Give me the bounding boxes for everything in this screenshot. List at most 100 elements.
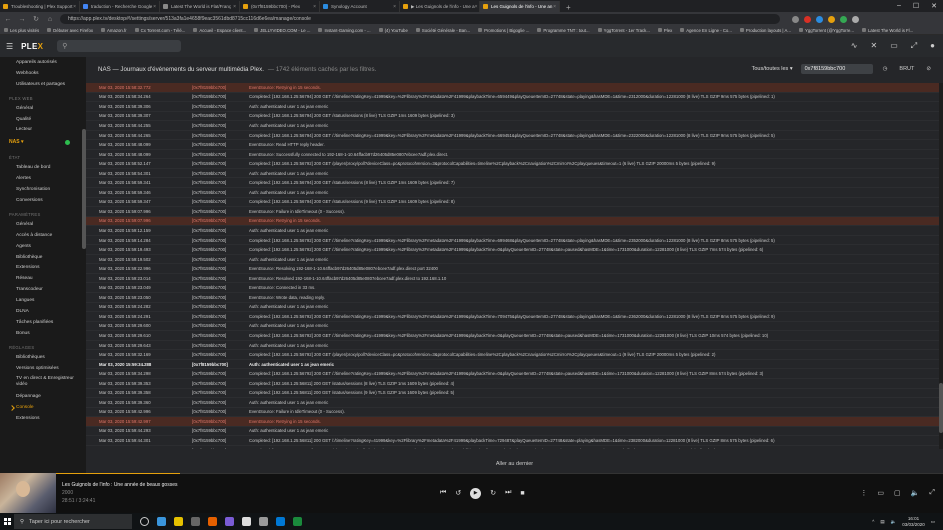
browser-tab[interactable]: traduction - Recherche Google ×: [80, 1, 160, 12]
app-icon[interactable]: [293, 517, 302, 526]
sidebar-item[interactable]: Synchronisation: [0, 184, 82, 195]
bookmark-item[interactable]: YggTorrent (@YggTorre...: [798, 28, 854, 33]
tab-close-icon[interactable]: ×: [153, 4, 156, 10]
bookmark-item[interactable]: Programme TNT : tout...: [537, 28, 590, 33]
sidebar-item[interactable]: Webhooks: [0, 68, 82, 79]
playqueue-icon[interactable]: ▭: [877, 489, 884, 497]
sidebar-item[interactable]: Console: [0, 402, 82, 413]
extension-icon[interactable]: [804, 15, 811, 23]
sidebar-item[interactable]: Extensions: [0, 262, 82, 273]
sidebar-item[interactable]: Accès à distance: [0, 230, 82, 241]
bookmark-item[interactable]: JELLYVIDEO.COM - Le ...: [254, 28, 310, 33]
level-filter-dropdown[interactable]: Tous/toutes les ▾: [752, 66, 793, 72]
previous-icon[interactable]: ⏮: [440, 489, 446, 497]
bookmark-item[interactable]: Les plus visités: [4, 28, 39, 33]
sidebar-item[interactable]: Alertes: [0, 173, 82, 184]
bookmark-item[interactable]: Plex: [657, 28, 672, 33]
bookmark-item[interactable]: Production layouts | A...: [739, 28, 791, 33]
sidebar-item[interactable]: Lecteur: [0, 124, 82, 135]
fullscreen-icon[interactable]: ⤢: [911, 41, 917, 51]
sidebar-item[interactable]: TV en direct & Enregistreur vidéo: [0, 373, 82, 391]
bookmark-item[interactable]: Accueil - Espace client...: [193, 28, 246, 33]
next-icon[interactable]: ⏭: [505, 489, 511, 497]
notifications-icon[interactable]: ▭: [931, 519, 935, 525]
taskbar-search[interactable]: ⚲ Taper ici pour rechercher: [14, 514, 132, 529]
app-icon[interactable]: [225, 517, 234, 526]
sidebar-item[interactable]: Bonus: [0, 328, 82, 339]
sidebar-item[interactable]: Appareils autorisés: [0, 57, 82, 68]
file-explorer-icon[interactable]: [174, 517, 183, 526]
now-playing-title[interactable]: Les Guignols de l'info : Une année de be…: [62, 481, 177, 489]
stop-icon[interactable]: ■: [520, 490, 524, 497]
log-scrollbar[interactable]: [939, 83, 943, 449]
bookmark-item[interactable]: Latest The World is Fl...: [862, 28, 913, 33]
browser-tab[interactable]: Latest The World is Flat/Franç ×: [160, 1, 240, 12]
tab-close-icon[interactable]: ×: [475, 4, 478, 10]
sidebar-item[interactable]: DLNA: [0, 306, 82, 317]
sidebar-item[interactable]: Transcodeur: [0, 284, 82, 295]
sidebar-item[interactable]: Utilisateurs et partages: [0, 79, 82, 90]
plex-logo[interactable]: PLEX: [21, 42, 43, 51]
bookmark-item[interactable]: Promotions | Bigoglie ...: [478, 28, 529, 33]
bookmark-star-icon[interactable]: [792, 15, 799, 23]
bookmark-item[interactable]: (4) YouTube: [378, 28, 408, 33]
tray-chevron-icon[interactable]: ^: [872, 519, 874, 524]
menu-icon[interactable]: [852, 15, 859, 23]
browser-tab[interactable]: Les Guignols de l'info - Une an ×: [480, 1, 560, 12]
cast-icon[interactable]: ▭: [890, 41, 898, 51]
jump-to-latest-link[interactable]: Aller au dernier: [86, 461, 943, 467]
forward-skip-icon[interactable]: ↻: [490, 489, 496, 497]
browser-tab[interactable]: ▶ Les Guignols de l'info - Une a ×: [400, 1, 480, 12]
tab-close-icon[interactable]: ×: [553, 4, 556, 10]
sidebar-item[interactable]: Bibliothèques: [0, 352, 82, 363]
cast-icon[interactable]: ▢: [894, 489, 901, 497]
browser-tab[interactable]: Troubleshooting | Plex Support ×: [0, 1, 80, 12]
back-icon[interactable]: ←: [4, 16, 12, 23]
avatar[interactable]: ●: [930, 41, 935, 51]
pause-icon[interactable]: ◷: [883, 66, 888, 72]
sidebar-item[interactable]: Langues: [0, 295, 82, 306]
mail-icon[interactable]: [276, 517, 285, 526]
activity-icon[interactable]: ∿: [851, 41, 858, 51]
hamburger-menu-icon[interactable]: ☰: [6, 42, 13, 51]
sidebar-item[interactable]: Tableau de bord: [0, 162, 82, 173]
tab-close-icon[interactable]: ×: [313, 4, 316, 10]
new-tab-button[interactable]: +: [560, 3, 577, 12]
sidebar-item[interactable]: Tâches planifiées: [0, 317, 82, 328]
app-icon[interactable]: [242, 517, 251, 526]
clear-icon[interactable]: ⊘: [926, 66, 931, 72]
bookmark-item[interactable]: YggTorrent - 1er Track...: [597, 28, 650, 33]
bookmark-item[interactable]: Amazon.fr: [101, 28, 127, 33]
home-icon[interactable]: ⌂: [46, 16, 54, 23]
volume-icon[interactable]: 🔈: [911, 489, 920, 497]
sidebar-item[interactable]: Bibliothèque: [0, 252, 82, 263]
raw-toggle[interactable]: BRUT: [899, 66, 914, 72]
poster-thumbnail[interactable]: [0, 473, 56, 513]
task-view-icon[interactable]: [140, 517, 149, 526]
sidebar-item[interactable]: Extensions: [0, 413, 82, 424]
maximize-icon[interactable]: ☐: [913, 2, 919, 10]
search-input[interactable]: ⚲: [57, 40, 182, 52]
extension-icon[interactable]: [816, 15, 823, 23]
expand-icon[interactable]: ⤢: [929, 489, 935, 497]
volume-icon[interactable]: 🔈: [891, 519, 897, 525]
play-icon[interactable]: ▶: [470, 487, 482, 499]
bookmark-item[interactable]: Instant-Gaming.com - ...: [318, 28, 371, 33]
extension-icon[interactable]: [828, 15, 835, 23]
edge-icon[interactable]: [157, 517, 166, 526]
settings-tools-icon[interactable]: ✕: [870, 41, 877, 51]
bookmark-item[interactable]: Agence En Ligne - Co...: [680, 28, 732, 33]
sidebar-item[interactable]: Réseau: [0, 273, 82, 284]
forward-icon[interactable]: →: [18, 16, 26, 23]
clock[interactable]: 16:01 03/03/2020: [902, 516, 925, 527]
playback-progress[interactable]: [56, 473, 943, 474]
calculator-icon[interactable]: [259, 517, 268, 526]
start-button[interactable]: [0, 513, 14, 530]
sidebar-item[interactable]: Agents: [0, 241, 82, 252]
browser-tab[interactable]: Synology Account ×: [320, 1, 400, 12]
reload-icon[interactable]: ↻: [32, 15, 40, 23]
network-icon[interactable]: ▤: [880, 519, 884, 525]
url-field[interactable]: https://app.plex.tv/desktop#!/settings/s…: [60, 14, 780, 24]
minimize-icon[interactable]: –: [897, 2, 901, 10]
firefox-icon[interactable]: [208, 517, 217, 526]
